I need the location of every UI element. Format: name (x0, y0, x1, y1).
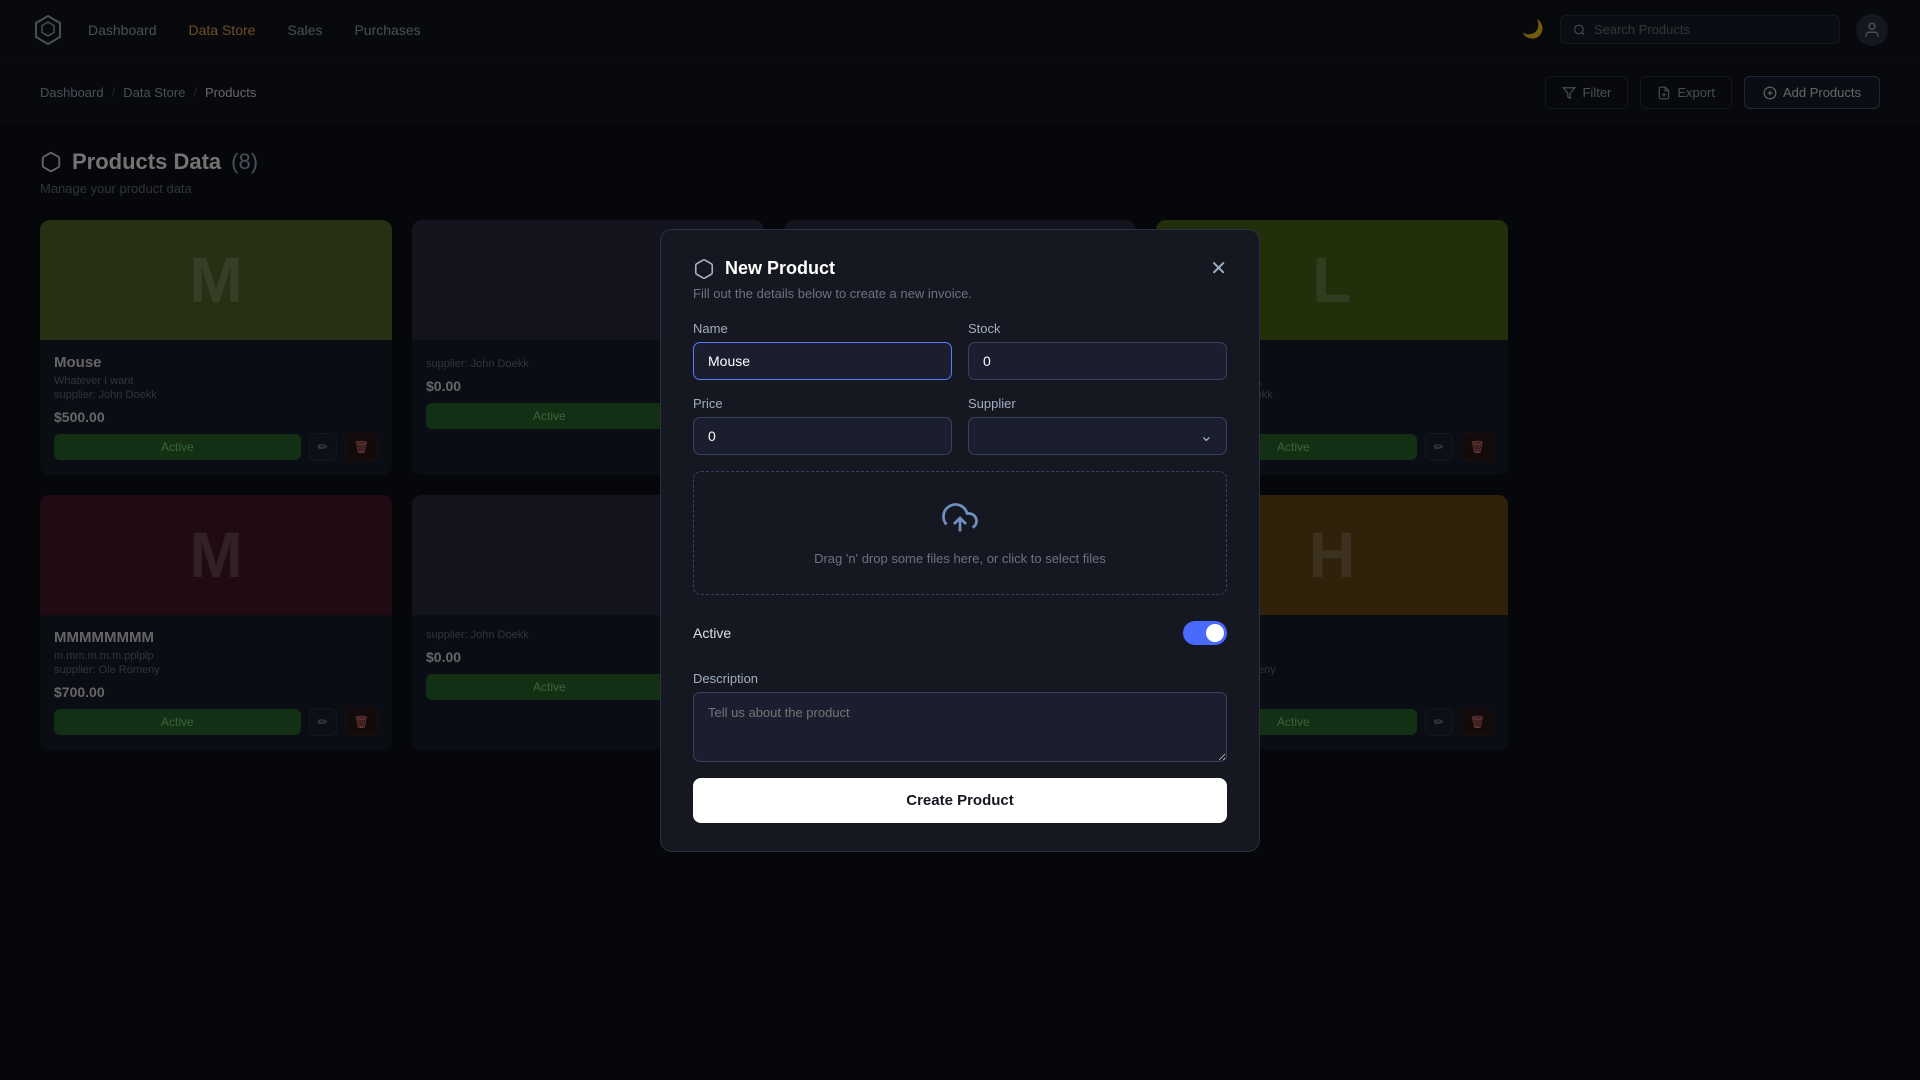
file-dropzone[interactable]: Drag 'n' drop some files here, or click … (693, 471, 1227, 595)
form-group-description: Description (693, 671, 1227, 762)
form-group-price: Price (693, 396, 952, 455)
modal-price-supplier-row: Price Supplier John Doekk Ole Romeny (693, 396, 1227, 455)
toggle-knob (1206, 624, 1224, 642)
form-group-supplier: Supplier John Doekk Ole Romeny (968, 396, 1227, 455)
active-toggle[interactable] (1183, 621, 1227, 645)
name-label: Name (693, 321, 952, 336)
price-input[interactable] (693, 417, 952, 455)
modal-header: New Product ✕ (693, 258, 1227, 280)
price-label: Price (693, 396, 952, 411)
active-row: Active (693, 611, 1227, 655)
modal-overlay[interactable]: New Product ✕ Fill out the details below… (0, 0, 1920, 1080)
stock-label: Stock (968, 321, 1227, 336)
active-label: Active (693, 625, 731, 641)
dropzone-text: Drag 'n' drop some files here, or click … (714, 551, 1206, 566)
supplier-select[interactable]: John Doekk Ole Romeny (968, 417, 1227, 455)
modal-product-icon (693, 258, 715, 280)
modal-close-button[interactable]: ✕ (1210, 259, 1227, 279)
modal-name-stock-row: Name Stock (693, 321, 1227, 380)
description-textarea[interactable] (693, 692, 1227, 762)
stock-input[interactable] (968, 342, 1227, 380)
modal-title: New Product (725, 258, 835, 279)
new-product-modal: New Product ✕ Fill out the details below… (660, 229, 1260, 852)
form-group-name: Name (693, 321, 952, 380)
name-input[interactable] (693, 342, 952, 380)
create-product-button[interactable]: Create Product (693, 778, 1227, 823)
modal-title-row: New Product (693, 258, 835, 280)
supplier-label: Supplier (968, 396, 1227, 411)
description-label: Description (693, 671, 1227, 686)
modal-subtitle: Fill out the details below to create a n… (693, 286, 1227, 301)
upload-icon (714, 500, 1206, 543)
form-group-stock: Stock (968, 321, 1227, 380)
supplier-select-wrapper: John Doekk Ole Romeny (968, 417, 1227, 455)
